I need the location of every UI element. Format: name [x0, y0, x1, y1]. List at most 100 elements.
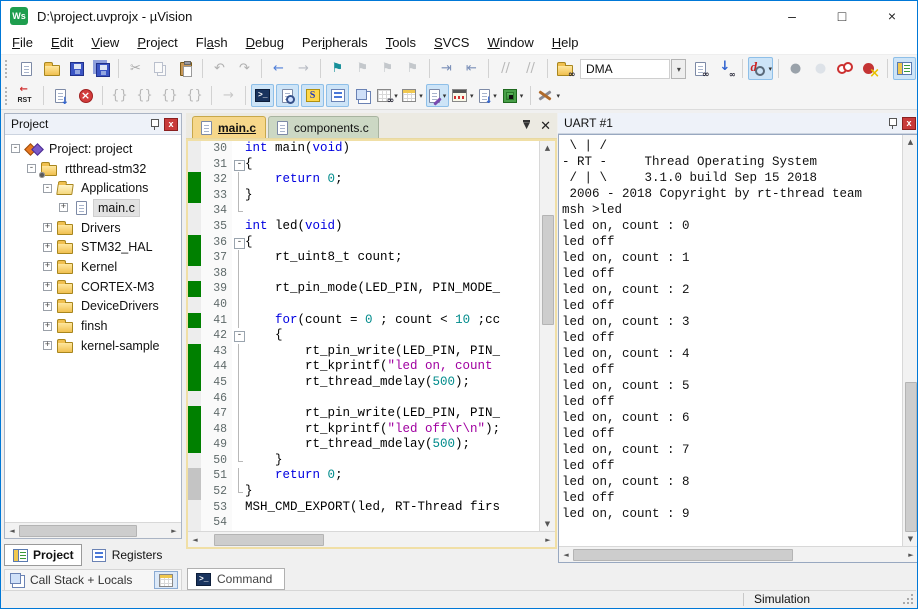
cut-button[interactable]: ✂: [124, 57, 147, 80]
search-dropdown[interactable]: ▾: [671, 59, 686, 79]
tree-item-kernel-sample[interactable]: +kernel-sample: [5, 336, 181, 356]
incremental-find-button[interactable]: [714, 57, 737, 80]
tab-registers[interactable]: Registers: [84, 544, 170, 566]
new-file-button[interactable]: [15, 57, 38, 80]
menu-flash[interactable]: Flash: [187, 35, 237, 50]
navigate-back-button[interactable]: ←: [267, 57, 290, 80]
menu-edit[interactable]: Edit: [42, 35, 82, 50]
scroll-right-icon[interactable]: ►: [167, 524, 181, 538]
tree-expander[interactable]: +: [59, 203, 68, 212]
toolbar-grip[interactable]: [5, 87, 10, 105]
tree-expander[interactable]: +: [43, 282, 52, 291]
search-box[interactable]: DMA: [580, 59, 670, 79]
scroll-left-icon[interactable]: ◄: [188, 533, 202, 547]
tree-expander[interactable]: -: [43, 184, 52, 193]
kill-all-breakpoints-button[interactable]: [859, 57, 882, 80]
scroll-up-icon[interactable]: ▲: [904, 135, 918, 149]
menu-help[interactable]: Help: [543, 35, 588, 50]
scrollbar-thumb[interactable]: [214, 534, 324, 546]
editor-vscrollbar[interactable]: ▲ ▼: [539, 141, 555, 531]
scroll-down-icon[interactable]: ▼: [541, 517, 555, 531]
copy-button[interactable]: [149, 57, 172, 80]
analysis-window-button[interactable]: ▾: [451, 84, 475, 107]
open-file-button[interactable]: [40, 57, 63, 80]
fold-margin[interactable]: [232, 328, 245, 344]
enable-breakpoint-button[interactable]: ●: [809, 57, 832, 80]
close-button[interactable]: ×: [867, 1, 917, 31]
close-panel-button[interactable]: x: [902, 117, 916, 130]
tab-list-dropdown-icon[interactable]: ▼: [523, 120, 530, 131]
command-tab[interactable]: Command: [187, 568, 285, 590]
clear-bookmarks-button[interactable]: ⚑: [401, 57, 424, 80]
editor-tab-components-c[interactable]: components.c: [268, 116, 379, 138]
scrollbar-thumb[interactable]: [905, 382, 917, 532]
uart-vscrollbar[interactable]: ▲ ▼: [902, 135, 918, 546]
tree-item-applications[interactable]: -Applications: [5, 178, 181, 198]
tree-expander[interactable]: +: [43, 341, 52, 350]
step-out-button[interactable]: {}: [158, 84, 181, 107]
toggle-breakpoint-button[interactable]: ●: [784, 57, 807, 80]
menu-tools[interactable]: Tools: [377, 35, 425, 50]
resize-grip[interactable]: [902, 593, 914, 605]
scroll-left-icon[interactable]: ◄: [5, 524, 19, 538]
close-panel-button[interactable]: x: [164, 118, 178, 131]
fold-margin[interactable]: [232, 157, 245, 173]
tree-item-devicedrivers[interactable]: +DeviceDrivers: [5, 297, 181, 317]
paste-button[interactable]: [174, 57, 197, 80]
menu-view[interactable]: View: [82, 35, 128, 50]
reset-cpu-button[interactable]: [15, 84, 38, 107]
toggle-bookmark-button[interactable]: ⚑: [326, 57, 349, 80]
toolbar-grip[interactable]: [5, 60, 10, 78]
comment-selection-button[interactable]: //: [494, 57, 517, 80]
scroll-up-icon[interactable]: ▲: [541, 141, 555, 155]
watch-window-button[interactable]: ▾: [376, 84, 399, 107]
tree-item-finsh[interactable]: +finsh: [5, 316, 181, 336]
save-all-button[interactable]: [90, 57, 113, 80]
close-document-icon[interactable]: ✕: [540, 118, 551, 134]
menu-svcs[interactable]: SVCS: [425, 35, 478, 50]
tree-item-kernel[interactable]: +Kernel: [5, 257, 181, 277]
lookup-word-button[interactable]: ▾: [748, 57, 773, 80]
pin-icon[interactable]: [149, 118, 160, 131]
scrollbar-thumb[interactable]: [19, 525, 137, 537]
tree-item-stm32-hal[interactable]: +STM32_HAL: [5, 237, 181, 257]
tree-item-rtthread-stm32[interactable]: -rtthread-stm32: [5, 159, 181, 179]
toolbox-button[interactable]: ▾: [536, 84, 562, 107]
serial-window-button[interactable]: ▾: [426, 84, 449, 107]
scroll-right-icon[interactable]: ►: [904, 548, 918, 562]
symbol-window-button[interactable]: [301, 84, 324, 107]
step-into-button[interactable]: {}: [108, 84, 131, 107]
menu-project[interactable]: Project: [128, 35, 186, 50]
command-window-button[interactable]: [251, 84, 274, 107]
tree-item-main-c[interactable]: +main.c: [5, 198, 181, 218]
menu-debug[interactable]: Debug: [237, 35, 293, 50]
scrollbar-thumb[interactable]: [542, 215, 554, 325]
menu-peripherals[interactable]: Peripherals: [293, 35, 377, 50]
call-stack-window-button[interactable]: [351, 84, 374, 107]
disable-all-breakpoints-button[interactable]: [834, 57, 857, 80]
stop-button[interactable]: [74, 84, 97, 107]
code-view[interactable]: 30int main(void)31{32 return 0;33}3435in…: [188, 141, 539, 531]
scroll-down-icon[interactable]: ▼: [904, 532, 918, 546]
tree-item-cortex-m3[interactable]: +CORTEX-M3: [5, 277, 181, 297]
project-tree-hscrollbar[interactable]: ◄ ►: [5, 522, 181, 538]
fold-margin[interactable]: [232, 235, 245, 251]
menu-file[interactable]: File: [3, 35, 42, 50]
tree-expander[interactable]: +: [43, 302, 52, 311]
tree-expander[interactable]: +: [43, 262, 52, 271]
tree-item-project-project[interactable]: -Project: project: [5, 139, 181, 159]
maximize-button[interactable]: □: [817, 1, 867, 31]
editor-tab-main-c[interactable]: main.c: [192, 116, 266, 138]
memory-window-button[interactable]: [154, 571, 178, 589]
trace-window-button[interactable]: ▾: [477, 84, 500, 107]
find-text-button[interactable]: [689, 57, 712, 80]
menu-window[interactable]: Window: [478, 35, 542, 50]
tab-project[interactable]: Project: [4, 544, 82, 566]
tree-expander[interactable]: +: [43, 322, 52, 331]
find-in-files-button[interactable]: [553, 57, 576, 80]
editor-hscrollbar[interactable]: ◄ ►: [188, 531, 555, 547]
callstack-bar[interactable]: Call Stack + Locals: [4, 569, 182, 591]
pin-icon[interactable]: [887, 117, 898, 130]
registers-window-button[interactable]: [326, 84, 349, 107]
indent-button[interactable]: ⇥: [435, 57, 458, 80]
